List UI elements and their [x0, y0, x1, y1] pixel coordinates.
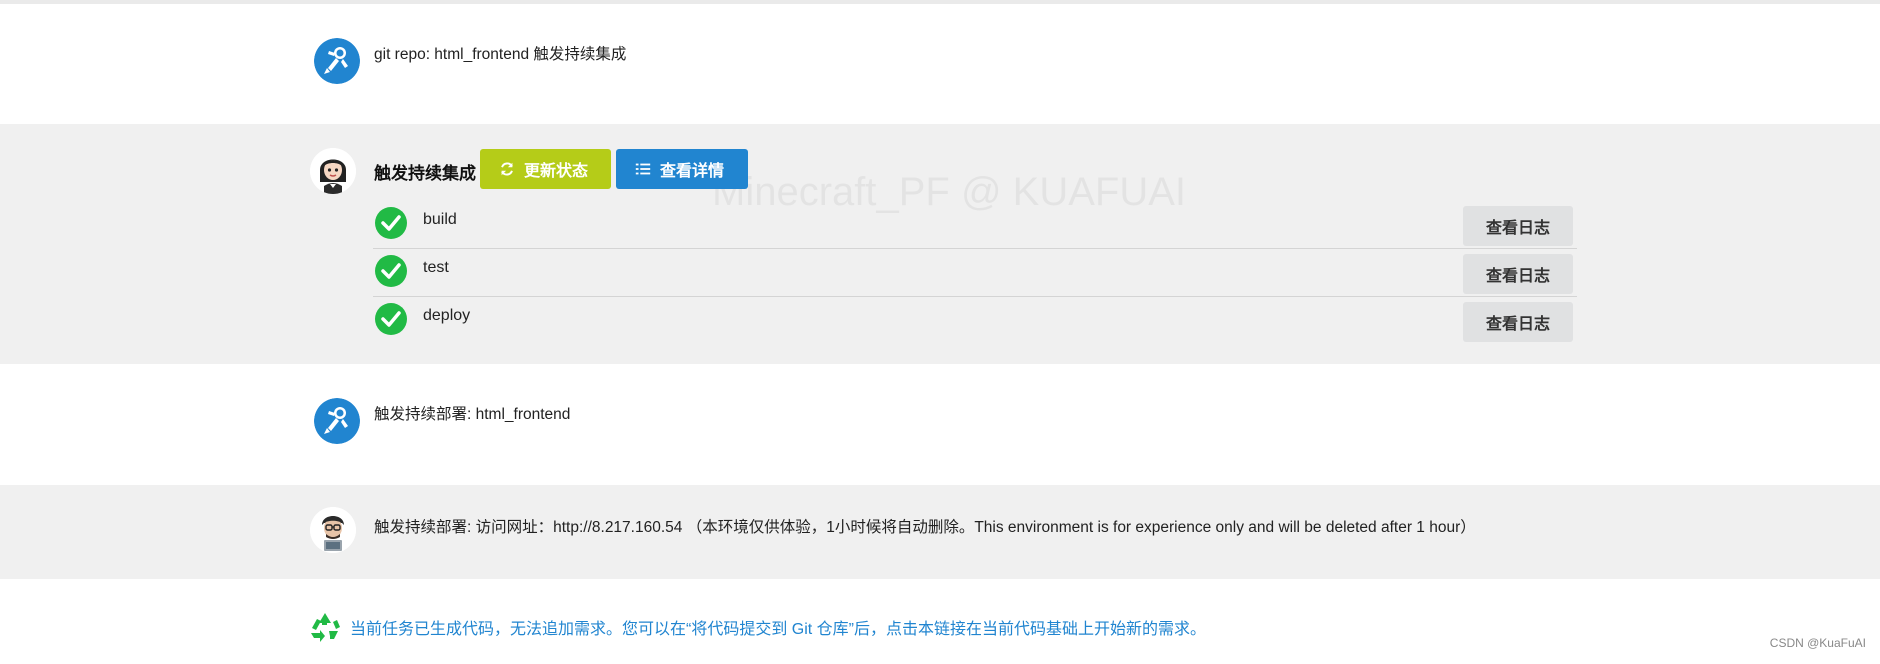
list-icon: [635, 163, 651, 175]
view-details-button[interactable]: 查看详情: [616, 149, 748, 189]
step-name: deploy: [423, 307, 471, 324]
view-log-button-build[interactable]: 查看日志: [1463, 206, 1573, 246]
view-details-label: 查看详情: [660, 163, 725, 180]
astronaut-icon: [314, 38, 360, 84]
woman-avatar-icon: [310, 148, 356, 194]
step-name: build: [423, 211, 457, 228]
view-log-button-deploy[interactable]: 查看日志: [1463, 302, 1573, 342]
astronaut-icon: [314, 398, 360, 444]
recycle-icon: [311, 613, 340, 642]
view-log-button-test[interactable]: 查看日志: [1463, 254, 1573, 294]
message-deploy-url: 触发持续部署: 访问网址：http://8.217.160.54 （本环境仅供体…: [0, 485, 1880, 579]
step-name: test: [423, 259, 449, 276]
message-git-repo: git repo: html_frontend 触发持续集成: [0, 4, 1880, 124]
footer-credit: CSDN @KuaFuAI: [1769, 636, 1866, 650]
step-row-build: build 查看日志: [373, 201, 1577, 249]
refresh-status-label: 更新状态: [524, 163, 589, 180]
check-circle-icon: [375, 207, 407, 239]
man-avatar-icon: [310, 507, 356, 553]
refresh-icon: [501, 162, 513, 176]
notice-text: 当前任务已生成代码，无法追加需求。您可以在“将代码提交到 Git 仓库”后，点击…: [350, 621, 1206, 638]
new-requirement-link[interactable]: 当前任务已生成代码，无法追加需求。您可以在“将代码提交到 Git 仓库”后，点击…: [308, 610, 1206, 644]
step-row-deploy: deploy 查看日志: [373, 297, 1577, 345]
check-circle-icon: [375, 303, 407, 335]
message-text: git repo: html_frontend 触发持续集成: [374, 46, 627, 63]
message-text: 触发持续部署: html_frontend: [374, 406, 571, 423]
refresh-status-button[interactable]: 更新状态: [480, 149, 611, 189]
message-deploy: 触发持续部署: html_frontend: [0, 364, 1880, 485]
step-row-test: test 查看日志: [373, 249, 1577, 297]
ci-title: 触发持续集成: [374, 164, 476, 183]
message-text: 触发持续部署: 访问网址：http://8.217.160.54 （本环境仅供体…: [374, 519, 1476, 536]
check-circle-icon: [375, 255, 407, 287]
